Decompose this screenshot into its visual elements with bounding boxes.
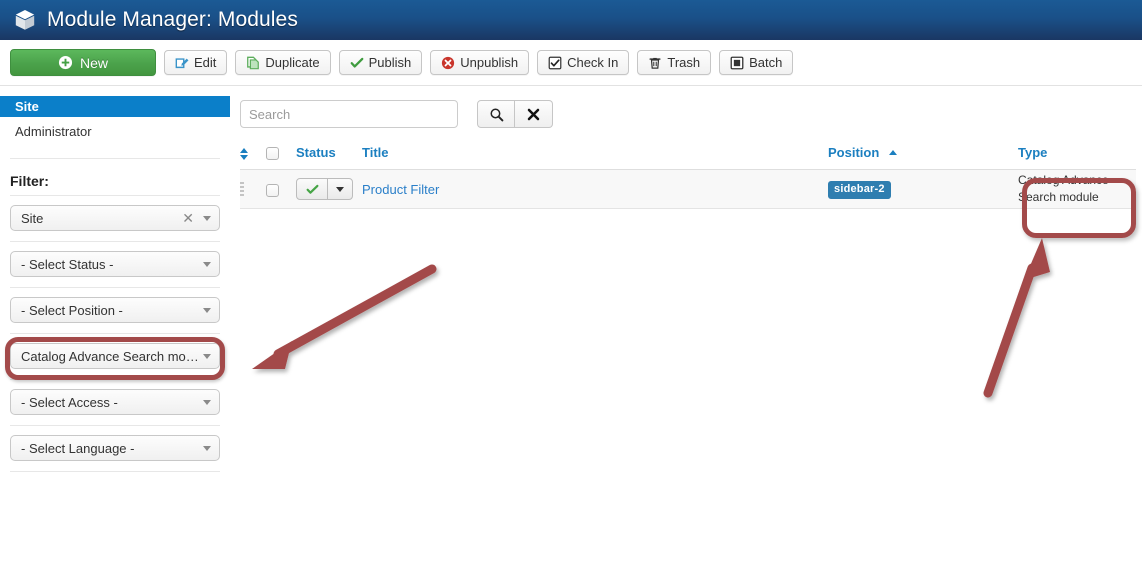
- check-in-button[interactable]: Check In: [537, 50, 630, 75]
- filter-select-site[interactable]: Site ✕: [10, 205, 220, 231]
- sidebar-item-site-label: Site: [15, 99, 39, 114]
- table-header-row: Status Title Position Type: [240, 145, 1136, 171]
- filter-select-site-value: Site: [21, 210, 44, 226]
- chevron-down-icon: [203, 215, 211, 221]
- row-checkbox-cell: [266, 169, 296, 210]
- table-row: Product Filter sidebar-2 Catalog Advance…: [240, 169, 1136, 210]
- check-in-button-label: Check In: [567, 55, 619, 70]
- sidebar: Site Administrator Filter: Site ✕ - Sele…: [0, 86, 230, 472]
- publish-button-label: Publish: [368, 55, 412, 70]
- sidebar-item-administrator-label: Administrator: [15, 124, 92, 139]
- select-all-checkbox[interactable]: [266, 147, 279, 161]
- unpublish-button-label: Unpublish: [460, 55, 519, 70]
- search-row: [240, 100, 1136, 128]
- module-type-text: Catalog Advance Search module: [1018, 173, 1109, 205]
- trash-button[interactable]: Trash: [637, 50, 712, 75]
- status-dropdown-toggle[interactable]: [328, 179, 352, 199]
- chevron-down-icon: [336, 186, 344, 192]
- main-content: Status Title Position Type: [230, 86, 1142, 210]
- sort-ordering-icon: [240, 147, 249, 160]
- sidebar-item-administrator[interactable]: Administrator: [0, 121, 230, 142]
- edit-button-label: Edit: [194, 55, 217, 70]
- filter-slot-access: - Select Access -: [0, 380, 230, 425]
- position-badge[interactable]: sidebar-2: [828, 180, 891, 199]
- search-buttons: [477, 100, 553, 128]
- plus-circle-icon: [58, 55, 73, 70]
- filter-select-position[interactable]: - Select Position -: [10, 297, 220, 323]
- cancel-circle-icon: [441, 56, 455, 70]
- filter-rule-6: [10, 471, 220, 472]
- filter-slot-site: Site ✕: [0, 196, 230, 241]
- row-type-cell: Catalog Advance Search module: [1018, 169, 1136, 210]
- filter-select-language-value: - Select Language -: [21, 440, 135, 456]
- duplicate-button-label: Duplicate: [265, 55, 320, 70]
- column-header-checkall: [266, 145, 296, 171]
- toolbar: New Edit Duplicate Publish Unpublish Che…: [0, 40, 1142, 86]
- column-header-position[interactable]: Position: [828, 145, 1018, 171]
- search-input[interactable]: [240, 100, 458, 128]
- search-submit-button[interactable]: [477, 100, 515, 128]
- filter-select-language[interactable]: - Select Language -: [10, 435, 220, 461]
- column-header-type[interactable]: Type: [1018, 145, 1136, 171]
- square-icon: [730, 56, 744, 70]
- new-button-label: New: [79, 54, 108, 71]
- row-drag-handle-cell: [240, 169, 266, 210]
- row-checkbox[interactable]: [266, 183, 279, 197]
- filter-slot-language: - Select Language -: [0, 426, 230, 471]
- drag-handle-icon[interactable]: [240, 182, 244, 198]
- sidebar-item-site[interactable]: Site: [0, 96, 230, 117]
- sort-asc-icon: [888, 150, 897, 156]
- status-published-icon[interactable]: [297, 179, 328, 200]
- filter-slot-status: - Select Status -: [0, 242, 230, 287]
- pencil-square-icon: [175, 56, 189, 70]
- batch-button-label: Batch: [749, 55, 783, 70]
- trash-icon: [648, 56, 662, 70]
- row-status-cell: [296, 169, 362, 210]
- column-header-position-label: Position: [828, 145, 880, 161]
- unpublish-button[interactable]: Unpublish: [430, 50, 530, 75]
- status-toggle[interactable]: [296, 178, 353, 201]
- page-body: Site Administrator Filter: Site ✕ - Sele…: [0, 86, 1142, 472]
- app-header: Module Manager: Modules: [0, 0, 1142, 40]
- filter-slot-position: - Select Position -: [0, 288, 230, 333]
- row-position-cell: sidebar-2: [828, 169, 1018, 210]
- filter-select-status[interactable]: - Select Status -: [10, 251, 220, 277]
- new-button[interactable]: New: [10, 49, 156, 76]
- clear-icon[interactable]: ✕: [182, 211, 194, 225]
- chevron-down-icon: [203, 261, 211, 267]
- edit-button[interactable]: Edit: [164, 50, 228, 75]
- x-icon: [526, 107, 541, 122]
- module-title-link[interactable]: Product Filter: [362, 182, 439, 197]
- filter-select-type[interactable]: Catalog Advance Search mo…: [10, 343, 220, 369]
- chevron-down-icon: [203, 399, 211, 405]
- filter-select-position-value: - Select Position -: [21, 302, 123, 318]
- duplicate-button[interactable]: Duplicate: [235, 50, 331, 75]
- batch-button[interactable]: Batch: [719, 50, 794, 75]
- chevron-down-icon: [203, 307, 211, 313]
- filter-slot-type: Catalog Advance Search mo…: [0, 334, 230, 380]
- filter-select-access-value: - Select Access -: [21, 394, 118, 410]
- publish-button[interactable]: Publish: [338, 50, 423, 75]
- filter-select-type-value: Catalog Advance Search mo…: [21, 348, 199, 364]
- trash-button-label: Trash: [667, 55, 701, 70]
- magnifier-icon: [489, 107, 504, 122]
- copy-icon: [246, 56, 260, 70]
- modules-table: Status Title Position Type Product Filte…: [240, 145, 1136, 210]
- chevron-down-icon: [203, 445, 211, 451]
- filter-select-access[interactable]: - Select Access -: [10, 389, 220, 415]
- chevron-down-icon: [203, 353, 211, 359]
- filter-heading: Filter:: [10, 173, 49, 189]
- column-header-status[interactable]: Status: [296, 145, 362, 171]
- column-header-ordering[interactable]: [240, 145, 266, 171]
- filter-select-status-value: - Select Status -: [21, 256, 114, 272]
- search-clear-button[interactable]: [515, 100, 553, 128]
- checkbox-icon: [548, 56, 562, 70]
- cube-icon: [14, 9, 36, 31]
- check-icon: [350, 56, 364, 70]
- column-header-title[interactable]: Title: [362, 145, 828, 171]
- page-title: Module Manager: Modules: [47, 8, 298, 31]
- row-title-cell: Product Filter: [362, 169, 828, 210]
